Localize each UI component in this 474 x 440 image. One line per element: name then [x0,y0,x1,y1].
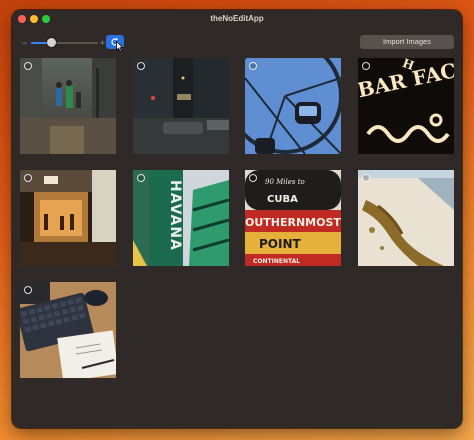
photo-tile[interactable]: 90 Miles to CUBA OUTHERNMOST POINT CONTI… [245,170,341,266]
svg-text:90 Miles to: 90 Miles to [265,178,305,186]
svg-text:POINT: POINT [259,237,302,251]
photo-tile[interactable]: HAVANA [133,170,229,266]
selection-circle[interactable] [24,174,32,182]
selection-circle[interactable] [362,62,370,70]
zoom-out-icon: − [22,38,28,48]
svg-text:HAVANA: HAVANA [167,180,183,251]
import-images-button[interactable]: Import Images [360,35,454,49]
window-title: theNoEditApp [210,14,264,23]
title-bar: theNoEditApp [12,10,462,28]
selection-circle[interactable] [24,286,32,294]
photo-ferris-wheel [245,58,341,154]
photo-tile[interactable] [133,58,229,154]
photo-tile[interactable] [20,282,116,378]
app-window: theNoEditApp − + Import Images BAR FACT … [12,10,462,428]
photo-lit-storefront [20,170,116,266]
selection-circle[interactable] [362,174,370,182]
toolbar: − + Import Images [12,34,462,58]
photo-neon-bar-sign: BAR FACT H [358,58,454,154]
photo-tile[interactable]: BAR FACT H [358,58,454,154]
photo-tile[interactable] [245,58,341,154]
photo-tile[interactable] [20,58,116,154]
selection-circle[interactable] [137,174,145,182]
selection-circle[interactable] [137,62,145,70]
photo-night-street [133,58,229,154]
photo-havana-sign: HAVANA [133,170,229,266]
svg-text:CUBA: CUBA [267,194,298,205]
photo-beach-seaweed [358,170,454,266]
selection-circle[interactable] [249,62,257,70]
photo-tile[interactable] [358,170,454,266]
slider-knob[interactable] [46,38,56,47]
photo-rainy-street [20,58,116,154]
selection-circle[interactable] [24,62,32,70]
thumbnail-size-slider[interactable] [31,42,98,44]
photo-tile[interactable] [20,170,116,266]
mouse-cursor-icon [116,41,124,52]
photo-keyboard-desk [20,282,116,378]
svg-text:OUTHERNMOST: OUTHERNMOST [245,216,341,229]
photo-southernmost-point: 90 Miles to CUBA OUTHERNMOST POINT CONTI… [245,170,341,266]
selection-circle[interactable] [249,174,257,182]
empty-area [12,390,462,428]
svg-text:CONTINENTAL: CONTINENTAL [253,258,300,265]
